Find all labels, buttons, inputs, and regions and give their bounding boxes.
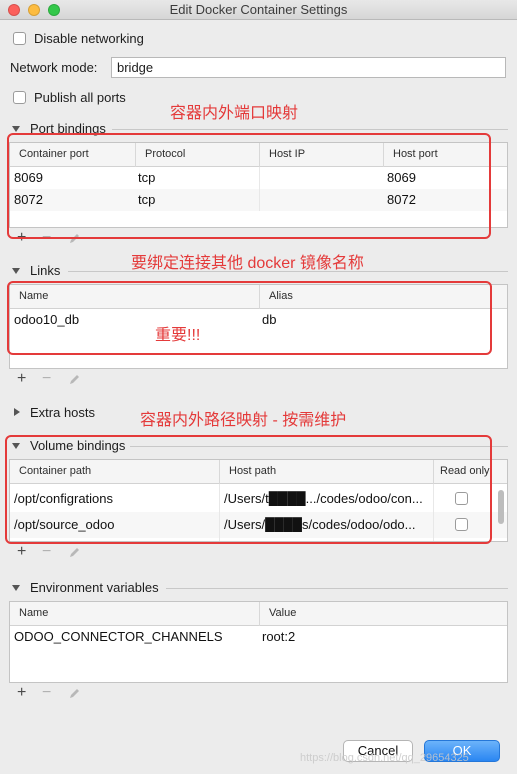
add-env-button[interactable]: +	[17, 684, 26, 702]
port-bindings-collapse-icon[interactable]	[12, 126, 20, 132]
add-volume-button[interactable]: +	[17, 543, 26, 561]
watermark: https://blog.csdn.net/qq_29654325	[300, 752, 469, 764]
extra-hosts-expand-icon[interactable]	[14, 408, 20, 416]
remove-link-button[interactable]: −	[42, 370, 51, 388]
window-title: Edit Docker Container Settings	[169, 2, 348, 17]
port-bindings-annotation-box	[7, 133, 491, 239]
important-annotation: 重要!!!	[155, 327, 201, 344]
disable-networking-label: Disable networking	[34, 31, 144, 46]
table-row[interactable]: ODOO_CONNECTOR_CHANNELS root:2	[10, 626, 507, 648]
links-collapse-icon[interactable]	[12, 268, 20, 274]
edit-pencil-icon[interactable]	[69, 687, 81, 699]
environment-variables-table: Name Value ODOO_CONNECTOR_CHANNELS root:…	[9, 601, 508, 683]
add-link-button[interactable]: +	[17, 370, 26, 388]
edit-pencil-icon[interactable]	[69, 373, 81, 385]
cell-env-name: ODOO_CONNECTOR_CHANNELS	[14, 629, 223, 644]
port-mapping-annotation: 容器内外端口映射	[170, 105, 299, 122]
publish-all-ports-checkbox[interactable]	[13, 91, 26, 104]
disable-networking-checkbox[interactable]	[13, 32, 26, 45]
environment-variables-title: Environment variables	[30, 580, 159, 595]
links-toolbar: + −	[9, 369, 508, 391]
title-bar: Edit Docker Container Settings	[0, 0, 517, 20]
environment-variables-toolbar: + −	[9, 683, 508, 705]
edit-pencil-icon[interactable]	[69, 546, 81, 558]
links-title: Links	[30, 263, 61, 278]
volume-bindings-annotation-box	[5, 435, 492, 544]
cell-env-value: root:2	[262, 629, 296, 644]
network-mode-label: Network mode:	[10, 60, 98, 75]
environment-variables-collapse-icon[interactable]	[12, 585, 20, 591]
remove-volume-button[interactable]: −	[42, 543, 51, 561]
section-divider	[166, 588, 508, 589]
volume-bindings-toolbar: + −	[9, 542, 508, 564]
remove-env-button[interactable]: −	[42, 684, 51, 702]
path-mapping-annotation: 容器内外路径映射 - 按需维护	[140, 412, 347, 429]
extra-hosts-title[interactable]: Extra hosts	[30, 405, 95, 420]
section-divider	[112, 129, 508, 130]
column-header[interactable]: Name	[19, 607, 48, 619]
links-annotation-box	[7, 281, 492, 355]
publish-all-ports-label: Publish all ports	[34, 90, 126, 105]
network-mode-input[interactable]: bridge	[111, 57, 506, 78]
table-header: Name Value	[10, 602, 507, 626]
column-header[interactable]: Value	[269, 607, 296, 619]
link-note-annotation: 要绑定连接其他 docker 镜像名称	[131, 255, 364, 272]
volume-table-scrollbar[interactable]	[498, 490, 504, 524]
